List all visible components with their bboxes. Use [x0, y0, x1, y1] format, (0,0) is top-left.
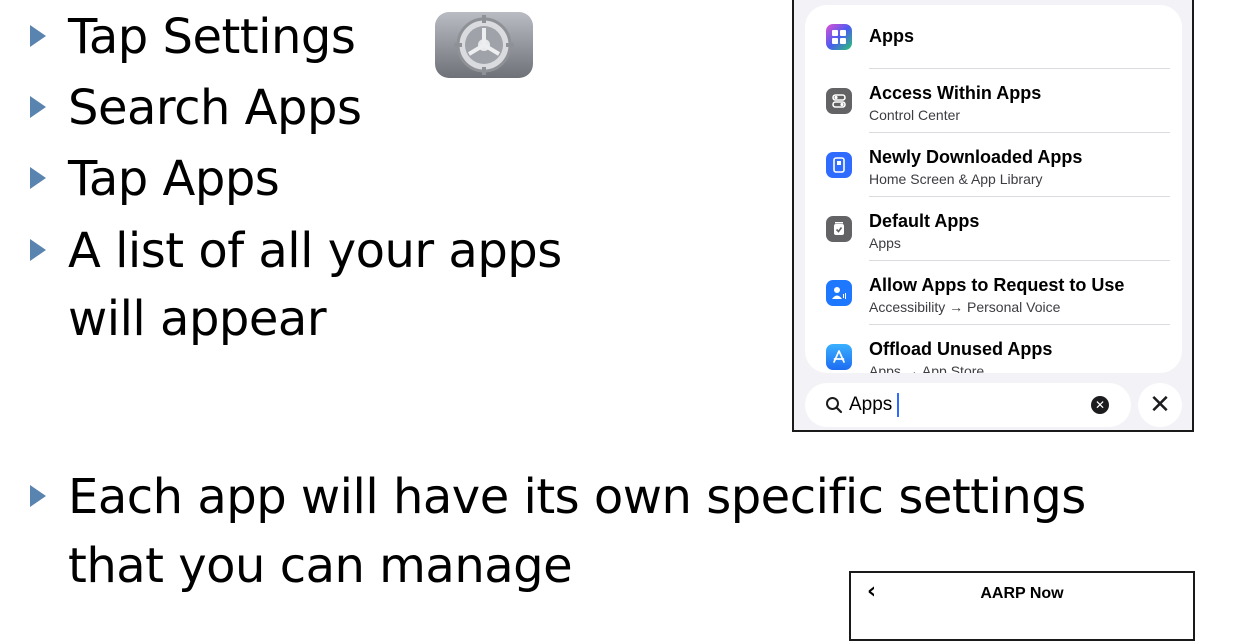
phone-icon	[826, 152, 852, 178]
app-settings-screenshot: ‹ AARP Now	[849, 571, 1195, 641]
bullet-arrow-icon	[30, 239, 46, 261]
bullet-text: A list of all your apps	[68, 223, 562, 279]
search-input-value[interactable]: Apps	[849, 394, 892, 416]
apps-grid-icon	[826, 24, 852, 50]
text-caret	[897, 393, 899, 417]
bullet-text: Tap Apps	[68, 151, 280, 207]
result-subtitle: Apps → App Store	[869, 363, 985, 373]
bullet-text: will appear	[68, 291, 327, 347]
bullet-text: that you can manage	[68, 538, 573, 594]
close-icon[interactable]: ✕	[1138, 383, 1182, 427]
result-row-apps[interactable]: Apps	[805, 5, 1182, 69]
bullet-arrow-icon	[30, 167, 46, 189]
search-field[interactable]: Apps ✕	[805, 383, 1131, 427]
bullet-arrow-icon	[30, 96, 46, 118]
result-subtitle: Control Center	[869, 107, 961, 123]
magnifying-glass-icon	[825, 396, 843, 418]
app-settings-title: AARP Now	[980, 585, 1064, 602]
result-subtitle: Accessibility → Personal Voice	[869, 299, 1061, 315]
result-title: Newly Downloaded Apps	[869, 147, 1083, 167]
result-title: Apps	[869, 26, 914, 46]
result-title: Allow Apps to Request to Use	[869, 275, 1125, 295]
bullet-text: Each app will have its own specific sett…	[68, 469, 1086, 525]
result-row-default-apps[interactable]: Default Apps Apps	[805, 197, 1182, 261]
result-subtitle: Apps	[869, 235, 901, 251]
accessibility-icon	[826, 280, 852, 306]
result-title: Default Apps	[869, 211, 980, 231]
result-row-newly-downloaded[interactable]: Newly Downloaded Apps Home Screen & App …	[805, 133, 1182, 197]
toggles-icon	[826, 88, 852, 114]
search-results-list: Apps Access Within Apps Control Center N…	[805, 5, 1182, 373]
default-app-icon	[826, 216, 852, 242]
result-title: Offload Unused Apps	[869, 339, 1053, 359]
result-row-allow-apps-request[interactable]: Allow Apps to Request to Use Accessibili…	[805, 261, 1182, 325]
settings-search-screenshot: Apps Access Within Apps Control Center N…	[792, 0, 1194, 432]
result-row-offload-unused[interactable]: Offload Unused Apps Apps → App Store	[805, 325, 1182, 373]
result-title: Access Within Apps	[869, 83, 1042, 103]
app-store-icon	[826, 344, 852, 370]
clear-circle-icon[interactable]: ✕	[1091, 396, 1109, 414]
bullet-text: Tap Settings	[68, 9, 356, 65]
bullet-text: Search Apps	[68, 80, 362, 136]
bullet-arrow-icon	[30, 25, 46, 47]
gear-icon	[435, 12, 533, 78]
result-row-access-within-apps[interactable]: Access Within Apps Control Center	[805, 69, 1182, 133]
result-subtitle: Home Screen & App Library	[869, 171, 1043, 187]
bullet-arrow-icon	[30, 485, 46, 507]
